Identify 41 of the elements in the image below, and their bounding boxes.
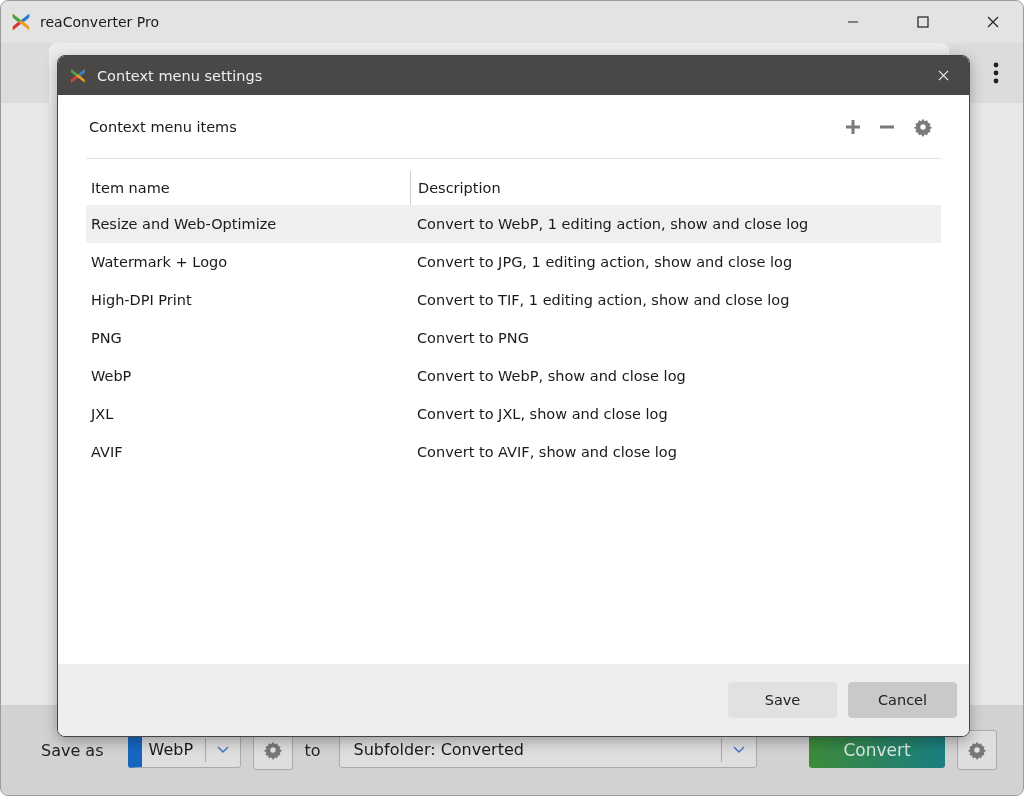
column-header[interactable]: Item name: [86, 180, 410, 196]
table-cell-text: Watermark + Logo: [90, 254, 229, 270]
window-title: reaConverter Pro: [40, 14, 160, 30]
table-cell-text: AVIF: [90, 444, 124, 460]
cancel-button[interactable]: Cancel: [848, 682, 957, 718]
settings-icon: [262, 740, 283, 760]
table-row[interactable]: Watermark + Logo Convert to JPG, 1 editing action, show and close log: [86, 243, 941, 281]
settings-icon: [967, 740, 987, 760]
table-cell-text: High-DPI Print: [90, 292, 193, 308]
table-cell-text: Resize and Web-Optimize: [90, 216, 278, 232]
dialog-title: Context menu settings: [97, 67, 263, 84]
chevron-down-icon: [216, 746, 229, 754]
table-row[interactable]: JXL Convert to JXL, show and close log: [86, 395, 941, 433]
table-cell-text: Convert to WebP, show and close log: [416, 368, 686, 384]
save-button[interactable]: Save: [728, 682, 837, 718]
table-cell-text: JXL: [89, 406, 115, 422]
table-cell-text: Convert to JXL, show and close log: [416, 406, 668, 422]
table-cell-text: Convert to JPG, 1 editing action, show and close log: [416, 254, 793, 270]
maximize-icon[interactable]: [917, 16, 929, 28]
settings-button[interactable]: [957, 730, 997, 770]
save-as-label: Save as: [41, 740, 104, 760]
table-cell-text: PNG: [90, 330, 123, 346]
table-row[interactable]: PNG Convert to PNG: [86, 319, 941, 357]
logo-icon: [69, 66, 87, 85]
logo-icon: [10, 11, 32, 33]
menu-icon[interactable]: [993, 62, 999, 84]
chevron-down-icon: [732, 746, 745, 754]
settings-icon[interactable]: [913, 116, 933, 137]
table-cell-text: Convert to AVIF, show and close log: [416, 444, 677, 460]
table-row[interactable]: AVIF Convert to AVIF, show and close log: [86, 433, 941, 471]
table-cell-text: WebP: [90, 368, 133, 384]
table-cell-text: Convert to WebP, 1 editing action, show and close log: [416, 216, 809, 232]
table-cell-text: Convert to TIF, 1 editing action, show and close log: [416, 292, 790, 308]
close-icon[interactable]: [987, 16, 999, 28]
plus-icon[interactable]: [845, 118, 861, 135]
section-label: Context menu items: [89, 118, 237, 135]
table-row[interactable]: WebP Convert to WebP, show and close log: [86, 357, 941, 395]
table-row[interactable]: High-DPI Print Convert to TIF, 1 editing action, show and close log: [86, 281, 941, 319]
table-row[interactable]: Resize and Web-Optimize Convert to WebP, 1 editing action, show and close log: [86, 205, 941, 243]
to-label: to: [304, 740, 321, 760]
table-cell-text: Convert to PNG: [416, 330, 529, 346]
